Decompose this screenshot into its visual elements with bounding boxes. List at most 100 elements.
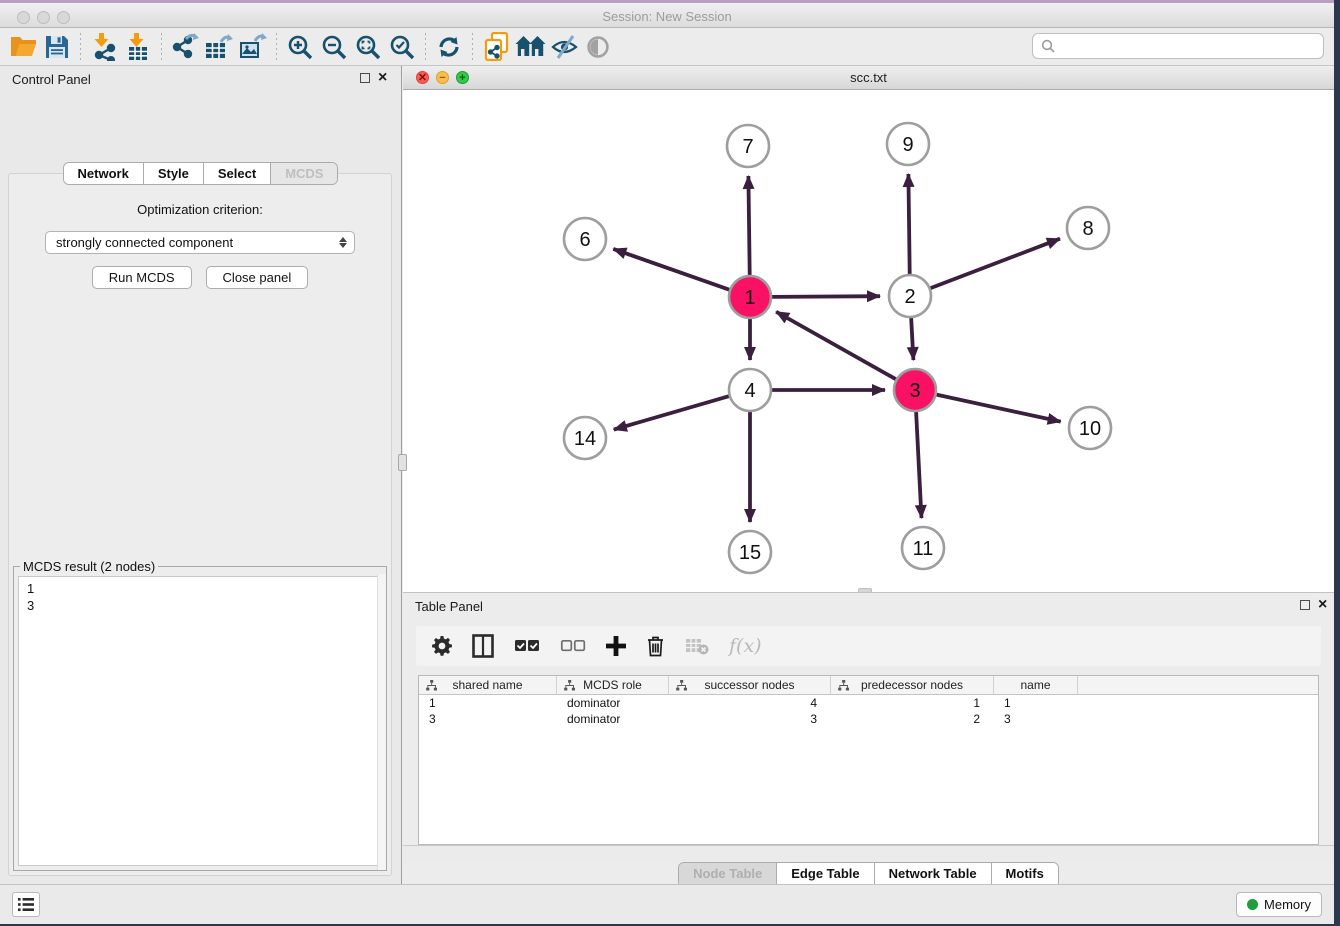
node-4[interactable]: 4: [729, 369, 771, 411]
network-view-window: ✕ − + scc.txt 7 9 6 8 1 2 4 3 14 10 15 11: [403, 66, 1334, 592]
trash-icon[interactable]: [646, 632, 665, 660]
node-14[interactable]: 14: [564, 417, 606, 459]
optimization-criterion-label: Optimization criterion:: [9, 202, 391, 217]
cell-shared-name[interactable]: 3: [419, 711, 557, 727]
cell-successor-nodes[interactable]: 3: [669, 711, 831, 727]
table-row[interactable]: 1dominator411: [419, 695, 1318, 711]
result-scrollbar[interactable]: [377, 574, 386, 870]
edge-1-2[interactable]: [772, 296, 880, 297]
table-horizontal-scrollbar[interactable]: [403, 845, 1334, 862]
column-header-predecessor-nodes[interactable]: predecessor nodes: [831, 676, 994, 694]
edge-3-1[interactable]: [776, 312, 896, 379]
main-window: Session: New Session: [0, 0, 1334, 924]
tab-mcds[interactable]: MCDS: [271, 163, 337, 184]
select-all-icon[interactable]: [514, 632, 540, 660]
search-box[interactable]: [1032, 33, 1324, 59]
table-panel-title: Table Panel: [415, 599, 483, 614]
table-toolbar: f(x): [416, 626, 1321, 666]
table-row[interactable]: 3dominator323: [419, 711, 1318, 727]
svg-text:11: 11: [913, 538, 934, 560]
cell-successor-nodes[interactable]: 4: [669, 695, 831, 711]
import-table-icon[interactable]: [121, 32, 155, 62]
node-6[interactable]: 6: [564, 218, 606, 260]
column-header-shared-name[interactable]: shared name: [419, 676, 557, 694]
add-row-icon[interactable]: [606, 632, 626, 660]
node-11[interactable]: 11: [902, 527, 944, 569]
table-header-row: shared nameMCDS rolesuccessor nodesprede…: [419, 676, 1318, 695]
node-10[interactable]: 10: [1069, 407, 1111, 449]
network-canvas[interactable]: 7 9 6 8 1 2 4 3 14 10 15 11: [403, 90, 1332, 590]
deselect-all-icon[interactable]: [560, 632, 586, 660]
cell-predecessor-nodes[interactable]: 2: [831, 711, 994, 727]
edge-1-7[interactable]: [748, 176, 749, 275]
control-panel-title: Control Panel: [12, 72, 91, 87]
node-7[interactable]: 7: [727, 125, 769, 167]
edge-3-11[interactable]: [916, 412, 921, 518]
svg-text:6: 6: [579, 229, 590, 251]
open-folder-icon[interactable]: [6, 32, 40, 62]
columns-icon[interactable]: [472, 632, 494, 660]
criterion-dropdown[interactable]: strongly connected component: [45, 231, 355, 254]
dropdown-stepper-icon: [336, 234, 350, 251]
float-window-icon[interactable]: [1300, 600, 1310, 610]
close-panel-button[interactable]: Close panel: [206, 266, 309, 289]
node-8[interactable]: 8: [1067, 207, 1109, 249]
cell-predecessor-nodes[interactable]: 1: [831, 695, 994, 711]
toolbar-separator: [161, 33, 162, 61]
refresh-layout-icon[interactable]: [432, 32, 466, 62]
zoom-selected-icon[interactable]: [385, 32, 419, 62]
node-table: shared nameMCDS rolesuccessor nodesprede…: [418, 675, 1319, 845]
edge-4-14[interactable]: [614, 396, 729, 429]
save-icon[interactable]: [40, 32, 74, 62]
svg-text:7: 7: [742, 136, 753, 158]
node-3[interactable]: 3: [894, 369, 936, 411]
mcds-result-list[interactable]: 13: [18, 576, 382, 866]
edge-2-8[interactable]: [931, 239, 1060, 288]
network-window-titlebar[interactable]: ✕ − + scc.txt: [403, 66, 1334, 90]
column-header-successor-nodes[interactable]: successor nodes: [669, 676, 831, 694]
column-header-name[interactable]: name: [994, 676, 1078, 694]
zoom-out-icon[interactable]: [317, 32, 351, 62]
hide-eye-slash-icon[interactable]: [547, 32, 581, 62]
node-2[interactable]: 2: [889, 275, 931, 317]
import-network-icon[interactable]: [87, 32, 121, 62]
close-icon[interactable]: ×: [1318, 596, 1327, 614]
mcds-result-line: 3: [27, 597, 381, 614]
export-image-icon[interactable]: [236, 32, 270, 62]
cell-name[interactable]: 3: [994, 711, 1078, 727]
clone-network-icon[interactable]: [479, 32, 513, 62]
node-15[interactable]: 15: [729, 531, 771, 573]
gear-icon[interactable]: [432, 632, 452, 660]
export-table-icon[interactable]: [202, 32, 236, 62]
memory-button[interactable]: Memory: [1236, 892, 1322, 917]
tab-style[interactable]: Style: [144, 163, 204, 184]
cell-MCDS-role[interactable]: dominator: [557, 711, 669, 727]
export-network-icon[interactable]: [168, 32, 202, 62]
mcds-result-title: MCDS result (2 nodes): [20, 559, 158, 574]
panel-divider-grip[interactable]: [398, 454, 407, 471]
close-icon[interactable]: ×: [378, 69, 387, 87]
houses-icon[interactable]: [513, 32, 547, 62]
cell-name[interactable]: 1: [994, 695, 1078, 711]
edge-1-6[interactable]: [613, 249, 729, 290]
memory-status-dot: [1247, 899, 1258, 910]
tab-select[interactable]: Select: [204, 163, 271, 184]
node-9[interactable]: 9: [887, 123, 929, 165]
column-header-MCDS-role[interactable]: MCDS role: [557, 676, 669, 694]
mcds-result-box: MCDS result (2 nodes) 13: [13, 559, 387, 871]
edge-2-3[interactable]: [911, 318, 913, 360]
float-window-icon[interactable]: [360, 73, 370, 83]
task-history-button[interactable]: [12, 892, 40, 917]
cell-MCDS-role[interactable]: dominator: [557, 695, 669, 711]
tab-group: NetworkStyleSelectMCDS: [63, 162, 339, 185]
search-input[interactable]: [1060, 36, 1323, 56]
application-window: Session: New Session: [0, 0, 1340, 926]
edge-2-9[interactable]: [908, 174, 909, 274]
cell-shared-name[interactable]: 1: [419, 695, 557, 711]
node-1[interactable]: 1: [729, 276, 771, 318]
zoom-in-icon[interactable]: [283, 32, 317, 62]
tab-network[interactable]: Network: [64, 163, 144, 184]
run-mcds-button[interactable]: Run MCDS: [92, 266, 192, 289]
edge-3-10[interactable]: [936, 395, 1060, 422]
zoom-fit-icon[interactable]: [351, 32, 385, 62]
